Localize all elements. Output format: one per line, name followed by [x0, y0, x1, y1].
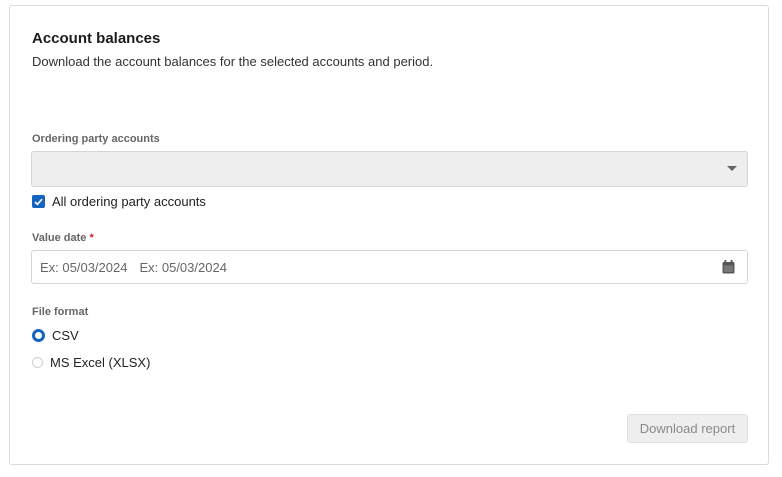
- format-option-xlsx[interactable]: MS Excel (XLSX): [32, 355, 150, 370]
- ordering-accounts-label: Ordering party accounts: [32, 133, 160, 145]
- download-report-button[interactable]: Download report: [627, 414, 748, 443]
- value-date-label-text: Value date: [32, 232, 87, 244]
- chevron-down-icon[interactable]: [727, 166, 737, 171]
- csv-option-label: CSV: [52, 328, 79, 343]
- xlsx-radio[interactable]: [32, 357, 43, 368]
- account-balances-card: Account balances Download the account ba…: [9, 5, 769, 465]
- value-date-range-input[interactable]: Ex: 05/03/2024 Ex: 05/03/2024: [31, 250, 748, 284]
- all-accounts-checkbox[interactable]: [32, 195, 45, 208]
- page-title: Account balances: [32, 30, 161, 47]
- value-date-label: Value date *: [32, 232, 94, 244]
- all-accounts-label: All ordering party accounts: [52, 194, 206, 209]
- all-accounts-checkbox-row[interactable]: All ordering party accounts: [32, 194, 206, 209]
- date-to-input[interactable]: Ex: 05/03/2024: [139, 260, 226, 275]
- xlsx-option-label: MS Excel (XLSX): [50, 355, 151, 370]
- required-marker: *: [89, 232, 94, 244]
- calendar-icon[interactable]: [722, 260, 735, 274]
- checkmark-icon: [34, 198, 43, 205]
- page-subtitle: Download the account balances for the se…: [32, 54, 434, 69]
- format-option-csv[interactable]: CSV: [32, 328, 79, 343]
- csv-radio[interactable]: [32, 329, 45, 342]
- ordering-accounts-select[interactable]: [31, 151, 748, 187]
- date-from-input[interactable]: Ex: 05/03/2024: [40, 260, 127, 275]
- file-format-label: File format: [32, 306, 89, 318]
